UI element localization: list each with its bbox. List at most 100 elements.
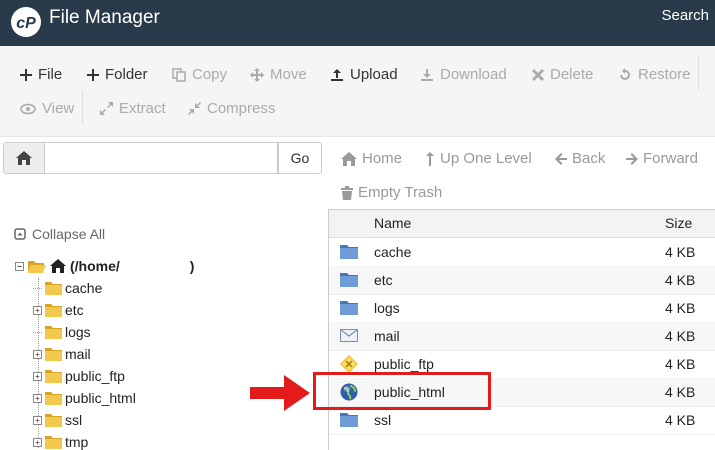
mail-folder-icon — [340, 327, 358, 345]
tree-item-ssl[interactable]: + ssl — [33, 412, 82, 428]
search-link[interactable]: Search — [661, 7, 709, 24]
file-size: 4 KB — [665, 272, 696, 288]
view-button[interactable]: View — [20, 100, 74, 117]
tree-item-label: public_ftp — [65, 368, 125, 384]
back-button[interactable]: Back — [555, 150, 605, 167]
annotation-highlight-box — [313, 372, 491, 410]
upload-button[interactable]: Upload — [330, 66, 398, 83]
folder-icon — [45, 281, 62, 295]
tree-connector — [33, 331, 42, 333]
file-name: mail — [374, 328, 400, 344]
file-row-logs[interactable]: logs 4 KB — [329, 294, 715, 323]
app-title: File Manager — [49, 7, 160, 28]
file-row-cache[interactable]: cache 4 KB — [329, 238, 715, 267]
eye-icon — [20, 103, 36, 114]
go-button[interactable]: Go — [278, 142, 322, 174]
app-header: cP File Manager Search — [0, 0, 715, 46]
folder-icon — [45, 347, 62, 361]
empty-trash-button[interactable]: Empty Trash — [341, 184, 442, 201]
tree-item-cache[interactable]: cache — [33, 280, 102, 296]
expand-toggle-icon[interactable]: + — [33, 371, 42, 381]
tree-item-label: mail — [65, 346, 91, 362]
table-header: Name Size — [329, 210, 715, 238]
annotation-arrow-icon — [250, 375, 310, 411]
tree-item-public-ftp[interactable]: + public_ftp — [33, 368, 125, 384]
file-name: public_ftp — [374, 356, 434, 372]
trash-icon — [341, 185, 353, 200]
tree-item-tmp[interactable]: + tmp — [33, 434, 88, 450]
new-folder-button[interactable]: Folder — [87, 66, 148, 83]
expand-icon — [100, 102, 113, 115]
file-size: 4 KB — [665, 384, 696, 400]
forward-button[interactable]: Forward — [626, 150, 698, 167]
copy-button[interactable]: Copy — [172, 66, 227, 83]
home-icon — [16, 151, 32, 165]
toolbar: File Folder Copy Move Upload Download De… — [0, 46, 715, 137]
tree-item-label: tmp — [65, 434, 89, 450]
file-name: ssl — [374, 412, 392, 428]
folder-icon — [340, 243, 358, 261]
compress-button[interactable]: Compress — [188, 100, 275, 117]
file-size: 4 KB — [665, 356, 696, 372]
collapse-toggle-icon[interactable]: − — [15, 261, 24, 271]
arrow-right-icon — [626, 152, 638, 165]
plus-icon — [20, 68, 32, 81]
home-nav-button[interactable]: Home — [341, 150, 402, 167]
folder-open-icon — [28, 261, 46, 273]
delete-button[interactable]: Delete — [532, 66, 593, 83]
folder-icon — [45, 413, 62, 427]
move-button[interactable]: Move — [250, 66, 307, 83]
compress-icon — [188, 102, 201, 115]
tree-item-mail[interactable]: + mail — [33, 346, 91, 362]
svg-text:cP: cP — [16, 15, 36, 32]
tree-item-label: public_html — [65, 390, 136, 406]
expand-toggle-icon[interactable]: + — [33, 415, 42, 425]
expand-toggle-icon[interactable]: + — [33, 305, 42, 315]
file-row-ssl[interactable]: ssl 4 KB — [329, 406, 715, 435]
cpanel-logo-icon[interactable]: cP — [10, 6, 42, 38]
file-size: 4 KB — [665, 328, 696, 344]
file-name: cache — [374, 244, 412, 260]
folder-icon — [45, 369, 62, 383]
tree-root-home[interactable]: − (/home/ ) — [15, 258, 194, 274]
file-size: 4 KB — [665, 300, 696, 316]
download-icon — [421, 68, 433, 81]
folder-icon — [340, 411, 358, 429]
home-directory-button[interactable] — [3, 142, 45, 174]
expand-toggle-icon[interactable]: + — [33, 437, 42, 447]
collapse-all-button[interactable]: Collapse All — [14, 226, 105, 242]
undo-icon — [620, 67, 630, 80]
file-size: 4 KB — [665, 244, 696, 260]
arrow-left-icon — [555, 152, 567, 165]
folder-icon — [340, 299, 358, 317]
folder-icon — [45, 435, 62, 449]
toolbar-divider — [698, 56, 699, 90]
tree-connector — [33, 287, 42, 289]
column-header-name[interactable]: Name — [374, 215, 411, 231]
file-name: logs — [374, 300, 400, 316]
tree-item-public-html[interactable]: + public_html — [33, 390, 136, 406]
tree-item-etc[interactable]: + etc — [33, 302, 84, 318]
toolbar-divider — [82, 90, 83, 124]
extract-button[interactable]: Extract — [100, 100, 166, 117]
up-one-level-button[interactable]: Up One Level — [426, 150, 532, 167]
file-row-mail[interactable]: mail 4 KB — [329, 322, 715, 351]
expand-toggle-icon[interactable]: + — [33, 349, 42, 359]
expand-toggle-icon[interactable]: + — [33, 393, 42, 403]
tree-item-label: logs — [65, 324, 91, 340]
ftp-folder-icon — [340, 355, 358, 373]
copy-icon — [172, 67, 186, 82]
download-button[interactable]: Download — [420, 66, 507, 83]
file-row-etc[interactable]: etc 4 KB — [329, 266, 715, 295]
path-input[interactable] — [45, 142, 278, 174]
file-size: 4 KB — [665, 412, 696, 428]
tree-item-label: ssl — [65, 412, 83, 428]
home-icon — [341, 151, 357, 166]
level-up-icon — [426, 151, 434, 166]
tree-item-logs[interactable]: logs — [33, 324, 91, 340]
column-header-size[interactable]: Size — [665, 215, 692, 231]
folder-icon — [45, 391, 62, 405]
new-file-button[interactable]: File — [20, 66, 62, 83]
file-list-table: Name Size cache 4 KB etc 4 KB logs 4 KB mail 4 … — [328, 209, 715, 450]
restore-button[interactable]: Restore — [618, 66, 691, 83]
